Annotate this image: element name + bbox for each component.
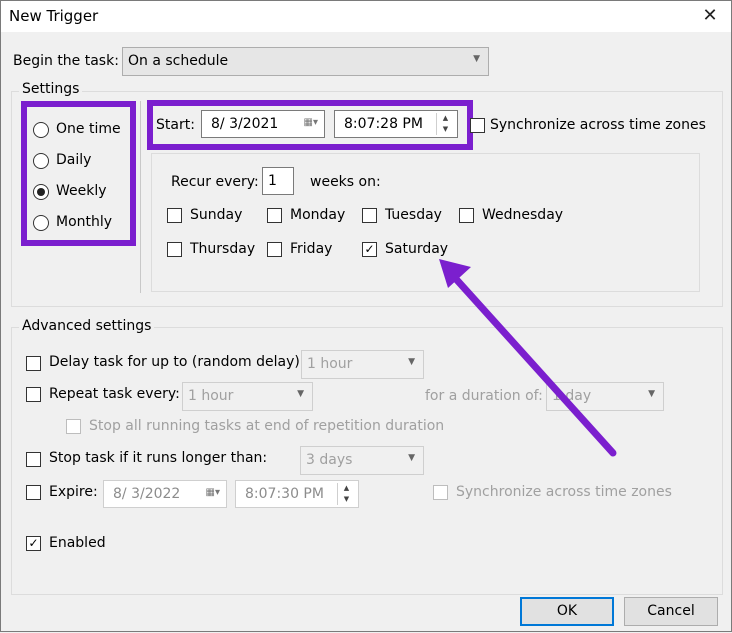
new-trigger-dialog: New Trigger ✕ Begin the task: On a sched… — [0, 0, 732, 632]
annotation-arrow — [439, 259, 617, 457]
